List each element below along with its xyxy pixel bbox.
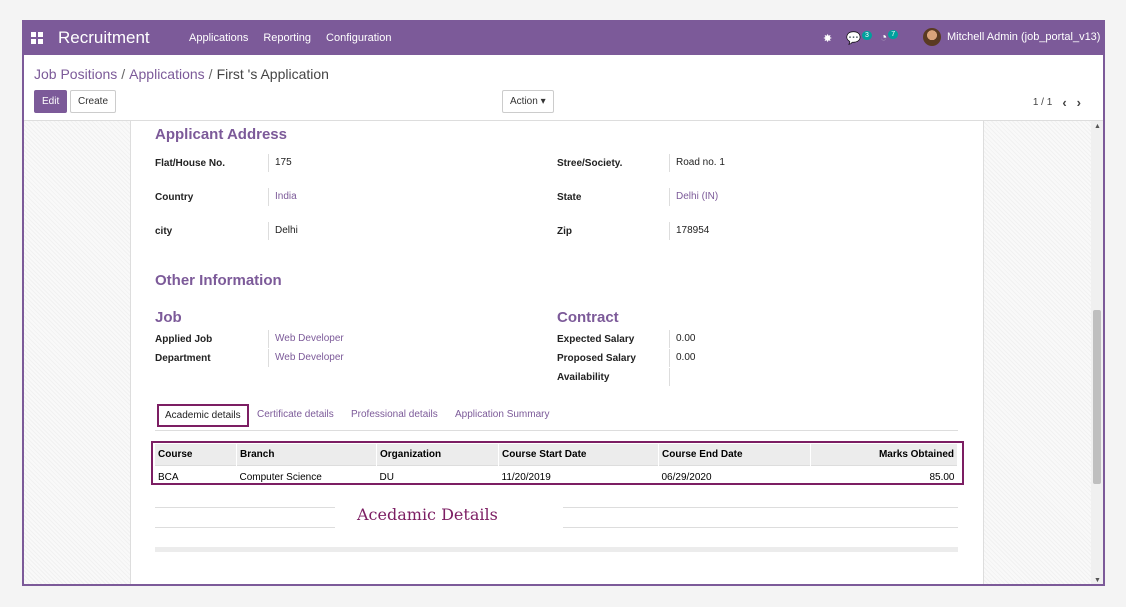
table-footer-bar <box>155 547 958 552</box>
form-sheet: Applicant Address Flat/House No. 175 Str… <box>130 121 984 584</box>
street-label: Stree/Society. <box>557 158 623 169</box>
breadcrumb-separator: / <box>208 66 213 82</box>
expected-salary-label: Expected Salary <box>557 334 635 345</box>
scroll-up-icon[interactable]: ▲ <box>1094 123 1101 130</box>
tab-academic-details[interactable]: Academic details <box>157 404 249 427</box>
column-marks-obtained[interactable]: Marks Obtained <box>810 444 958 466</box>
applicant-address-title: Applicant Address <box>155 126 287 143</box>
debug-icon[interactable]: ✸ <box>823 32 832 45</box>
column-course[interactable]: Course <box>155 444 237 466</box>
applied-job-label: Applied Job <box>155 334 213 345</box>
other-information-title: Other Information <box>155 272 282 289</box>
top-navbar: Recruitment Applications Reporting Confi… <box>24 22 1103 55</box>
academic-details-table: Course Branch Organization Course Start … <box>155 444 958 489</box>
zip-value: 178954 <box>669 222 709 240</box>
cell-marks-obtained: 85.00 <box>810 465 958 489</box>
pager-previous-icon[interactable]: ‹ <box>1062 95 1066 110</box>
cell-course-start-date: 11/20/2019 <box>498 465 659 489</box>
pager: 1 / 1 ‹ › <box>1033 95 1081 110</box>
vertical-scrollbar[interactable]: ▲ ▼ <box>1091 121 1103 584</box>
proposed-salary-value: 0.00 <box>669 349 695 367</box>
table-row[interactable]: BCA Computer Science DU 11/20/2019 06/29… <box>155 465 958 489</box>
availability-value <box>669 368 676 386</box>
app-title: Recruitment <box>58 28 150 47</box>
user-name: Mitchell Admin (job_portal_v13) <box>947 31 1101 43</box>
tab-application-summary[interactable]: Application Summary <box>455 409 549 420</box>
activity-icon[interactable]: ◔ 7 <box>880 30 899 44</box>
column-branch[interactable]: Branch <box>236 444 377 466</box>
street-value: Road no. 1 <box>669 154 725 172</box>
user-menu[interactable]: Mitchell Admin (job_portal_v13) ▾ <box>923 28 1103 46</box>
scroll-down-icon[interactable]: ▼ <box>1094 577 1101 584</box>
action-label: Action <box>510 96 538 107</box>
department-label: Department <box>155 353 211 364</box>
avatar <box>923 28 941 46</box>
proposed-salary-label: Proposed Salary <box>557 353 636 364</box>
city-label: city <box>155 226 173 237</box>
breadcrumb-applications[interactable]: Applications <box>129 66 205 82</box>
cell-organization: DU <box>376 465 499 489</box>
contract-section-title: Contract <box>557 309 619 326</box>
app-window: Recruitment Applications Reporting Confi… <box>22 20 1105 586</box>
control-panel: Job Positions / Applications / First 's Appl… <box>24 55 1103 121</box>
pager-next-icon[interactable]: › <box>1077 95 1081 110</box>
flat-label: Flat/House No. <box>155 158 226 169</box>
menu-applications[interactable]: Applications <box>189 32 248 44</box>
annotation-label: Acedamic Details <box>357 505 498 524</box>
breadcrumb-current: First 's Application <box>216 66 329 82</box>
state-value[interactable]: Delhi (IN) <box>669 188 718 206</box>
caret-down-icon: ▾ <box>540 96 546 107</box>
apps-menu-icon[interactable] <box>31 32 43 44</box>
activity-count-badge: 7 <box>888 30 899 39</box>
cell-course: BCA <box>155 465 237 489</box>
divider <box>563 507 958 508</box>
messaging-icon[interactable]: 💬 3 <box>846 31 872 45</box>
pager-value: 1 / 1 <box>1032 97 1053 108</box>
tab-certificate-details[interactable]: Certificate details <box>257 409 334 420</box>
divider <box>155 507 335 508</box>
divider <box>155 527 335 528</box>
notebook-tabs: Academic details Certificate details Pro… <box>155 404 958 431</box>
cell-branch: Computer Science <box>236 465 377 489</box>
table-header-row: Course Branch Organization Course Start … <box>155 444 958 466</box>
form-view: Applicant Address Flat/House No. 175 Str… <box>24 121 1103 584</box>
job-section-title: Job <box>155 309 182 326</box>
city-value: Delhi <box>268 222 298 240</box>
menu-reporting[interactable]: Reporting <box>263 32 311 44</box>
create-button[interactable]: Create <box>70 90 117 113</box>
zip-label: Zip <box>557 226 572 237</box>
applied-job-value[interactable]: Web Developer <box>268 330 344 348</box>
edit-button[interactable]: Edit <box>34 90 68 113</box>
action-dropdown[interactable]: Action ▾ <box>502 90 554 113</box>
tab-professional-details[interactable]: Professional details <box>351 409 438 420</box>
expected-salary-value: 0.00 <box>669 330 695 348</box>
menu-configuration[interactable]: Configuration <box>326 32 391 44</box>
main-menu: Applications Reporting Configuration <box>189 32 391 44</box>
breadcrumb: Job Positions / Applications / First 's Appl… <box>34 66 329 82</box>
flat-value: 175 <box>268 154 292 172</box>
department-value[interactable]: Web Developer <box>268 349 344 367</box>
state-label: State <box>557 192 582 203</box>
country-label: Country <box>155 192 194 203</box>
column-course-start-date[interactable]: Course Start Date <box>498 444 659 466</box>
country-value[interactable]: India <box>268 188 297 206</box>
breadcrumb-job-positions[interactable]: Job Positions <box>34 66 117 82</box>
divider <box>563 527 958 528</box>
messaging-count-badge: 3 <box>861 31 872 40</box>
breadcrumb-separator: / <box>121 66 126 82</box>
column-organization[interactable]: Organization <box>376 444 499 466</box>
cell-course-end-date: 06/29/2020 <box>658 465 811 489</box>
availability-label: Availability <box>557 372 610 383</box>
scrollbar-thumb[interactable] <box>1093 310 1101 484</box>
column-course-end-date[interactable]: Course End Date <box>658 444 811 466</box>
